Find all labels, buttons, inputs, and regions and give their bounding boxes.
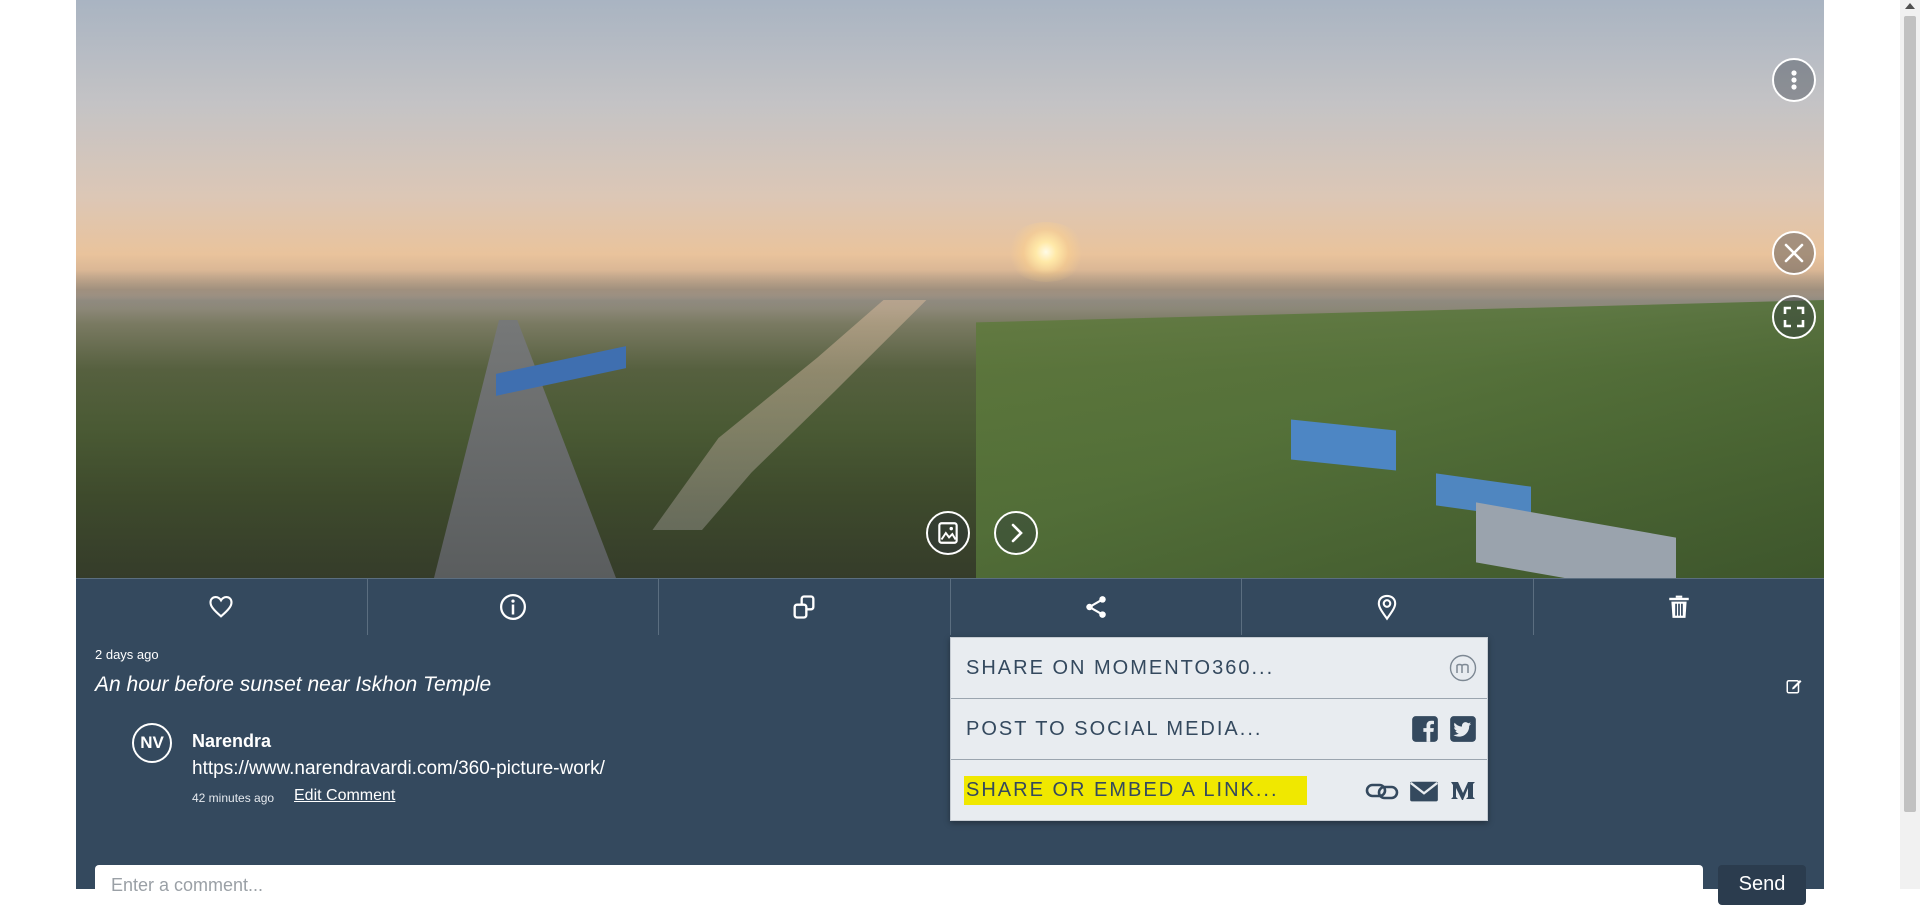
info-button[interactable] <box>368 579 659 635</box>
comment-author: Narendra <box>192 731 272 751</box>
comment-timestamp: 42 minutes ago <box>192 791 275 805</box>
more-options-button[interactable] <box>1772 58 1816 102</box>
edit-comment-link[interactable]: Edit Comment <box>294 787 395 805</box>
twitter-icon[interactable] <box>1449 715 1477 743</box>
close-button[interactable] <box>1772 231 1816 275</box>
map-pin-icon <box>1378 594 1397 621</box>
image-info-button[interactable] <box>926 511 970 555</box>
image-info-icon <box>938 522 958 544</box>
comment-input[interactable] <box>95 865 1703 905</box>
copy-button[interactable] <box>659 579 951 635</box>
momento360-icon <box>1449 654 1477 682</box>
share-or-embed-link-label: SHARE OR EMBED A LINK... <box>964 776 1307 805</box>
share-on-momento360-label: SHARE ON MOMENTO360... <box>966 656 1275 679</box>
river <box>652 300 927 530</box>
share-or-embed-link-item[interactable]: SHARE OR EMBED A LINK... <box>951 760 1487 821</box>
edit-caption-button[interactable] <box>1785 677 1803 700</box>
like-button[interactable] <box>76 579 368 635</box>
facebook-icon[interactable] <box>1411 715 1439 743</box>
edit-icon <box>1786 680 1802 694</box>
share-menu: SHARE ON MOMENTO360... POST TO SOCIAL ME… <box>950 637 1488 821</box>
trash-icon <box>1669 595 1689 618</box>
delete-button[interactable] <box>1534 579 1825 635</box>
avatar: NV <box>132 723 172 763</box>
more-vertical-icon <box>1791 70 1797 90</box>
fullscreen-button[interactable] <box>1772 295 1816 339</box>
page-scrollbar[interactable] <box>1900 0 1920 889</box>
share-button[interactable] <box>951 579 1242 635</box>
email-icon[interactable] <box>1409 778 1439 804</box>
scroll-up-icon[interactable] <box>1905 3 1915 9</box>
copy-icon <box>793 595 815 619</box>
post-to-social-media-item[interactable]: POST TO SOCIAL MEDIA... <box>951 699 1487 760</box>
scrollbar-thumb[interactable] <box>1904 16 1916 812</box>
post-timestamp: 2 days ago <box>95 647 159 662</box>
send-button[interactable]: Send <box>1718 865 1806 905</box>
heart-icon <box>209 596 233 618</box>
post-to-social-media-label: POST TO SOCIAL MEDIA... <box>966 717 1263 740</box>
chevron-right-icon <box>1011 523 1023 543</box>
panorama-viewer[interactable] <box>76 0 1824 578</box>
info-icon <box>499 594 526 620</box>
medium-icon[interactable] <box>1449 778 1477 804</box>
post-caption: An hour before sunset near Iskhon Temple <box>95 673 492 696</box>
close-icon <box>1784 243 1804 263</box>
green-fields <box>976 300 1824 578</box>
share-icon <box>1086 596 1106 618</box>
location-button[interactable] <box>1242 579 1534 635</box>
link-icon[interactable] <box>1365 778 1399 804</box>
action-toolbar <box>76 578 1824 635</box>
fullscreen-icon <box>1783 306 1805 328</box>
next-image-button[interactable] <box>994 511 1038 555</box>
comment-text: https://www.narendravardi.com/360-pictur… <box>192 758 605 779</box>
share-on-momento360-item[interactable]: SHARE ON MOMENTO360... <box>951 638 1487 699</box>
horizon <box>76 270 1824 310</box>
